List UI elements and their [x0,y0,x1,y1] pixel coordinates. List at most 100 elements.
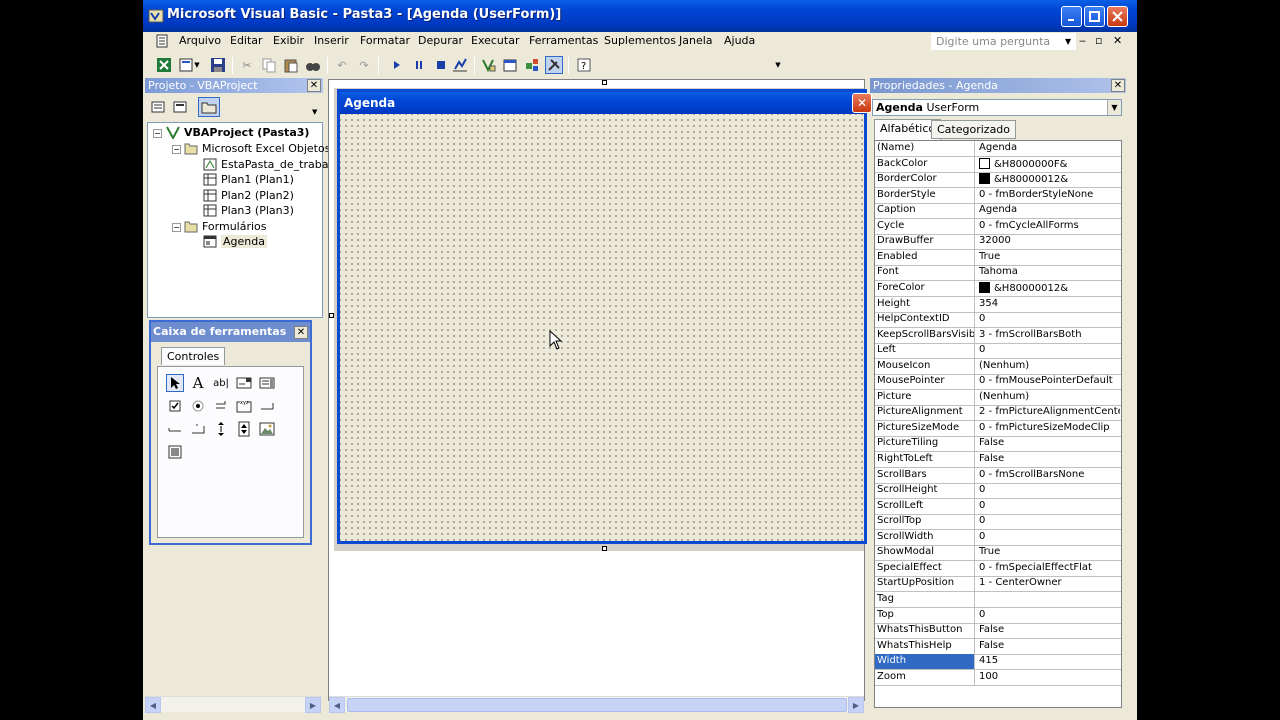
property-row[interactable]: StartUpPosition 1 - CenterOwner [875,576,1121,592]
properties-close-button[interactable]: ✕ [1111,79,1125,92]
property-row[interactable]: MousePointer 0 - fmMousePointerDefault [875,374,1121,390]
menu-depurar[interactable]: Depurar [418,34,463,47]
spinbutton-tool[interactable] [235,420,253,438]
project-scroll-arrow-icon[interactable]: ▼ [312,108,317,116]
run-button[interactable] [388,56,406,74]
tree-node-agenda[interactable]: Agenda [203,235,267,248]
property-value[interactable]: &H8000000F& [976,157,1120,172]
property-value[interactable]: Agenda [976,203,1120,218]
property-row[interactable]: Height 354 [875,297,1121,313]
property-value[interactable]: (Nenhum) [976,390,1120,405]
scroll-thumb[interactable] [347,698,847,712]
property-value[interactable]: 354 [976,297,1120,312]
property-row[interactable]: WhatsThisButton False [875,623,1121,639]
property-value[interactable]: 0 [976,343,1120,358]
property-value[interactable]: Agenda [976,141,1120,156]
property-row[interactable]: RightToLeft False [875,452,1121,468]
toolbox-close-button[interactable]: ✕ [294,326,308,339]
find-button[interactable] [304,56,322,74]
tab-categorizado[interactable]: Categorizado [931,120,1017,139]
property-value[interactable]: 32000 [976,234,1120,249]
commandbutton-tool[interactable] [258,397,276,415]
image-tool[interactable] [258,420,276,438]
insert-dropdown-arrow-icon[interactable]: ▼ [193,56,201,74]
property-row[interactable]: PictureAlignment 2 - fmPictureAlignmentCe… [875,405,1121,421]
property-value[interactable]: 0 - fmPictureSizeModeClip [976,421,1120,436]
checkbox-tool[interactable] [166,397,184,415]
property-row[interactable]: ScrollHeight 0 [875,483,1121,499]
project-close-button[interactable]: ✕ [307,79,321,92]
scroll-right-arrow-icon[interactable]: ▶ [848,697,864,713]
property-value[interactable]: 100 [976,670,1120,685]
tree-node-vbaproject[interactable]: VBAProject (Pasta3) [166,126,309,139]
property-row[interactable]: HelpContextID 0 [875,312,1121,328]
mdi-minimize-icon[interactable]: ‒ [1079,34,1086,47]
toggle-folders-button[interactable] [198,97,220,117]
property-row[interactable]: KeepScrollBarsVisible 3 - fmScrollBarsBot… [875,328,1121,344]
property-value[interactable]: 1 - CenterOwner [976,576,1120,591]
property-value[interactable]: True [976,250,1120,265]
copy-button[interactable] [260,56,278,74]
document-system-menu-icon[interactable] [156,34,168,48]
property-value[interactable]: False [976,452,1120,467]
minimize-button[interactable] [1061,6,1082,27]
frame-tool[interactable]: xyz [235,397,253,415]
property-value[interactable]: 0 [976,514,1120,529]
pause-button[interactable] [410,56,428,74]
property-value[interactable]: False [976,436,1120,451]
property-value[interactable]: 415 [976,654,1120,669]
property-row[interactable]: Cycle 0 - fmCycleAllForms [875,219,1121,235]
menu-exibir[interactable]: Exibir [273,34,304,47]
optionbutton-tool[interactable] [189,397,207,415]
tree-node-plan1[interactable]: Plan1 (Plan1) [203,173,294,186]
property-value[interactable]: 0 - fmBorderStyleNone [976,188,1120,203]
property-row[interactable]: Caption Agenda [875,203,1121,219]
tree-node-estapasta[interactable]: EstaPasta_de_traba [203,158,328,171]
property-row[interactable]: ScrollLeft 0 [875,499,1121,515]
property-value[interactable]: &H80000012& [976,172,1120,187]
menu-executar[interactable]: Executar [471,34,520,47]
properties-window-button[interactable] [501,56,519,74]
toolbar-options-arrow-icon[interactable]: ▼ [773,56,783,74]
view-object-button[interactable] [171,98,189,116]
property-value[interactable]: Tahoma [976,265,1120,280]
property-row[interactable]: PictureSizeMode 0 - fmPictureSizeModeClip [875,421,1121,437]
menu-editar[interactable]: Editar [230,34,263,47]
property-value[interactable]: (Nenhum) [976,359,1120,374]
property-value[interactable]: 2 - fmPictureAlignmentCenter [976,405,1120,420]
property-row[interactable]: ShowModal True [875,545,1121,561]
property-row[interactable]: DrawBuffer 32000 [875,234,1121,250]
design-mode-button[interactable] [451,56,469,74]
userform-grid[interactable] [340,114,864,541]
select-objects-tool[interactable] [166,374,184,392]
object-browser-button[interactable] [523,56,541,74]
tree-node-excel-objects[interactable]: Microsoft Excel Objetos [184,142,330,155]
tree-node-plan2[interactable]: Plan2 (Plan2) [203,189,294,202]
textbox-tool[interactable]: ab| [212,374,230,392]
menu-arquivo[interactable]: Arquivo [179,34,221,47]
expand-excel-objects[interactable]: − [172,145,181,154]
menu-suplementos[interactable]: Suplementos [604,34,676,47]
property-value[interactable]: True [976,545,1120,560]
property-row[interactable]: ForeColor &H80000012& [875,281,1121,297]
redo-button[interactable]: ↷ [355,56,373,74]
property-row[interactable]: (Name) Agenda [875,141,1121,157]
property-value[interactable]: 0 - fmMousePointerDefault [976,374,1120,389]
property-row[interactable]: BackColor &H8000000F& [875,157,1121,173]
tree-node-plan3[interactable]: Plan3 (Plan3) [203,204,294,217]
property-value[interactable]: 0 - fmSpecialEffectFlat [976,561,1120,576]
property-row[interactable]: Tag [875,592,1121,608]
menu-formatar[interactable]: Formatar [360,34,410,47]
tree-node-formularios[interactable]: Formulários [184,220,267,233]
property-value[interactable]: 0 [976,312,1120,327]
resize-handle-bottom[interactable] [602,546,607,551]
help-button[interactable]: ? [575,56,593,74]
cut-button[interactable]: ✂ [238,56,256,74]
property-row[interactable]: Width 415 [875,654,1121,670]
property-row[interactable]: Font Tahoma [875,265,1121,281]
object-selector[interactable]: Agenda UserForm ▼ [872,99,1122,116]
property-row[interactable]: ScrollBars 0 - fmScrollBarsNone [875,468,1121,484]
property-row[interactable]: Enabled True [875,250,1121,266]
property-row[interactable]: PictureTiling False [875,436,1121,452]
property-row[interactable]: Left 0 [875,343,1121,359]
